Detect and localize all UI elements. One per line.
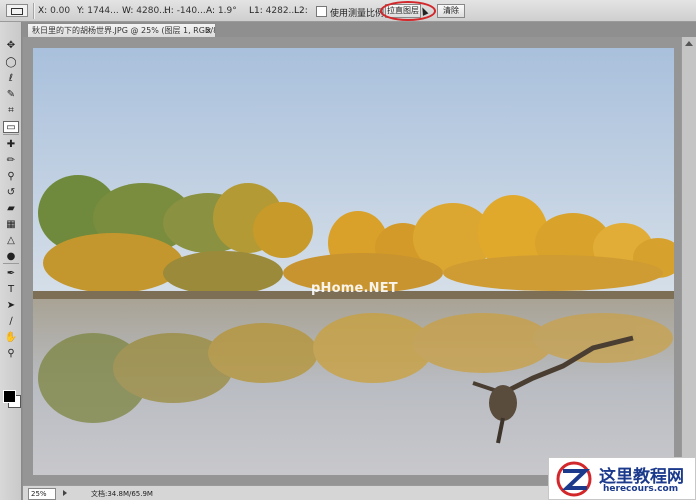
crop-icon[interactable]: ⌗: [4, 105, 18, 117]
clone-stamp-icon[interactable]: ⚲: [4, 171, 18, 183]
angle-readout: A: 1.9°: [206, 6, 237, 16]
brush-icon[interactable]: ✏: [4, 155, 18, 167]
document-size-info: 文档:34.8M/65.9M: [91, 490, 153, 498]
tools-panel: ✥ ◯ ℓ ✎ ⌗ ▭ ✚ ✏ ⚲ ↺ ▰ ▦ △ ● ✒ T ➤ ∕ ✋ ⚲: [0, 22, 22, 500]
gradient-icon[interactable]: ▦: [4, 219, 18, 231]
y-readout: Y: 1744...: [77, 6, 119, 16]
logo-mark-icon: [556, 461, 592, 497]
pen-icon[interactable]: ✒: [4, 268, 18, 280]
type-icon[interactable]: T: [4, 284, 18, 296]
options-bar: X: 0.00 Y: 1744... W: 4280... H: -140...…: [0, 0, 696, 22]
photo-watermark: pHome.NET: [311, 281, 398, 296]
document-image[interactable]: pHome.NET: [33, 48, 674, 475]
status-menu-arrow-icon[interactable]: [63, 490, 67, 496]
document-tab-title: 秋日里的下的胡杨世界.JPG @ 25% (图层 1, RGB/8*) *: [32, 26, 216, 35]
h-readout: H: -140...: [164, 6, 206, 16]
lasso-icon[interactable]: ℓ: [4, 73, 18, 85]
history-brush-icon[interactable]: ↺: [4, 187, 18, 199]
dodge-icon[interactable]: ●: [4, 251, 18, 263]
landscape-photo: [33, 48, 674, 475]
site-logo: 这里教程网 herecours.com: [548, 457, 696, 500]
use-measurement-scale-label: 使用测量比例: [330, 9, 385, 19]
line-icon[interactable]: ∕: [4, 316, 18, 328]
zoom-icon[interactable]: ⚲: [4, 348, 18, 360]
healing-brush-icon[interactable]: ✚: [4, 139, 18, 151]
vertical-scrollbar[interactable]: [681, 37, 696, 485]
foreground-color-swatch[interactable]: [3, 390, 16, 403]
tool-divider: [3, 134, 19, 135]
hand-icon[interactable]: ✋: [4, 332, 18, 344]
zoom-field[interactable]: 25%: [28, 488, 56, 500]
move-tool-icon[interactable]: ✥: [4, 40, 18, 52]
divider: [33, 3, 35, 19]
w-readout: W: 4280...: [122, 6, 168, 16]
close-tab-icon[interactable]: ×: [205, 24, 212, 37]
path-select-icon[interactable]: ➤: [4, 300, 18, 312]
eraser-icon[interactable]: ▰: [4, 203, 18, 215]
tool-divider: [3, 263, 19, 264]
clear-button[interactable]: 清除: [437, 4, 465, 18]
ruler-icon[interactable]: ▭: [3, 121, 19, 133]
document-tab[interactable]: 秋日里的下的胡杨世界.JPG @ 25% (图层 1, RGB/8*) * ×: [27, 23, 216, 37]
ellipse-marquee-icon[interactable]: ◯: [4, 57, 18, 69]
l2-readout: L2:: [294, 6, 308, 16]
l1-readout: L1: 4282...: [249, 6, 298, 16]
scroll-up-icon[interactable]: [685, 41, 693, 46]
tool-preset-picker[interactable]: [6, 4, 28, 17]
logo-url: herecours.com: [603, 484, 679, 494]
use-measurement-scale-checkbox[interactable]: [316, 6, 327, 17]
x-readout: X: 0.00: [38, 6, 71, 16]
blur-icon[interactable]: △: [4, 235, 18, 247]
quick-select-icon[interactable]: ✎: [4, 89, 18, 101]
